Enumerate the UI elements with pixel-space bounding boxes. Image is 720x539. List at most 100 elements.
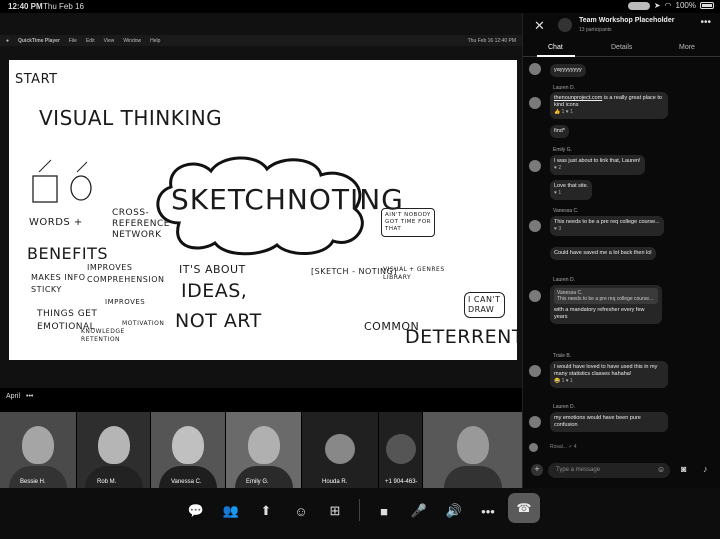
message-bubble[interactable]: yayyyyyyyy [550,64,586,77]
tab-details[interactable]: Details [611,44,632,51]
apple-icon: ● [6,37,10,44]
participant-name: Houda R. [322,479,348,485]
quoted-message: Vanessa C. This needs to be a pre req col… [554,288,658,304]
reaction-count[interactable]: 👍 1 ♥ 1 [554,109,573,115]
mac-clock: Thu Feb 16 12:40 PM [467,37,516,44]
reaction-count[interactable]: ♥ 2 [554,165,561,171]
participant-tile[interactable]: Bessie H. [0,412,76,488]
close-icon[interactable]: ✕ [534,18,545,34]
message-bubble[interactable]: Could have saved me a lot back then lol [550,247,656,260]
status-time: 12:40 PM [8,2,43,11]
slide-sketchnoting-title: SKETCHNOTING [171,183,404,216]
presenter-more-icon[interactable]: ••• [26,393,33,400]
status-bar: 12:40 PM Thu Feb 16 ➤ ◠ 100% [0,0,720,13]
message-list: yayyyyyyyy Lauren D. thenounproject.com … [523,58,720,453]
emoji-icon[interactable]: ☺ [657,465,665,474]
avatar [529,416,541,428]
avatar [529,97,541,109]
reaction-count[interactable]: ♥ 1 [554,190,561,196]
call-pill-icon [627,1,650,10]
chat-panel: ✕ Team Workshop Placeholder 13 participa… [522,13,720,488]
message-bubble[interactable]: Vanessa C. This needs to be a pre req col… [550,285,662,324]
reaction-count[interactable]: ♥ 3 [554,226,561,232]
avatar [529,290,541,302]
avatar [529,220,541,232]
end-call-button[interactable]: ☎ [508,493,540,523]
read-receipt: Rosal... ✓ 4 [550,444,577,450]
camera-icon[interactable]: ◙ [681,464,686,474]
message-sender: Vanessa C. [553,208,579,214]
participants-icon[interactable]: 👥 [220,500,242,522]
participant-tile[interactable]: Emily G. [226,412,301,488]
mac-menubar: ● QuickTime Player File Edit View Window… [0,35,522,46]
camera-icon[interactable]: ■ [373,500,395,522]
more-options-icon[interactable]: ••• [700,17,711,28]
avatar [529,443,538,452]
status-date: Thu Feb 16 [43,2,84,11]
participant-name: Rob M. [97,479,117,485]
slide-aint-nobody: AIN'T NOBODY GOT TIME FOR THAT [381,208,435,237]
slide-benefits: BENEFITS [27,244,109,263]
message-bubble[interactable]: thenounproject.com is a really great pla… [550,92,668,119]
chat-title: Team Workshop Placeholder [579,17,675,24]
add-icon[interactable]: + [531,464,543,476]
share-icon[interactable]: ⬆ [255,500,277,522]
message-bubble[interactable]: Love that site. ♥ 1 [550,180,593,200]
message-sender: Emily G. [553,147,572,153]
participant-tile[interactable]: Houda R. [302,412,378,488]
participant-name: Vanessa C. [171,479,202,485]
message-input[interactable]: Type a message [548,463,670,478]
reactions-icon[interactable]: ☺ [290,500,312,522]
presenter-name: April [6,393,21,400]
chat-header: ✕ Team Workshop Placeholder 13 participa… [523,13,720,39]
battery-icon [700,2,714,9]
tab-more[interactable]: More [679,44,695,51]
slide-motivation: MOTIVATION [122,320,165,327]
avatar [529,365,541,377]
reaction-count[interactable]: 😂 1 ♥ 1 [554,378,573,384]
participant-tile[interactable]: +1 904-463- [379,412,422,488]
message-bubble[interactable]: I was just about to link that, Lauren! ♥ … [550,155,645,175]
presenter-label[interactable]: April ••• [6,393,33,400]
participant-tile[interactable]: Rob M. [77,412,150,488]
message-bubble[interactable]: This needs to be a pre req college cours… [550,216,664,236]
message-sender: Lauren D. [553,85,575,91]
participant-tile[interactable]: Vanessa C. [151,412,225,488]
location-icon: ➤ [653,1,661,10]
message-bubble[interactable]: my emotions would have been pure confusi… [550,412,668,432]
slide-i-cant-draw: I CAN'T DRAW [464,292,505,318]
compose-bar: + Type a message ☺ ◙ ♪ [523,459,720,483]
message-bubble[interactable]: I would have loved to have used this in … [550,361,668,388]
mic-icon[interactable]: ♪ [703,464,708,474]
slide-start: START [15,72,58,87]
message-sender: Lauren D. [553,277,575,283]
tab-underline [537,55,575,57]
avatar [325,434,355,464]
speaker-icon[interactable]: 🔊 [443,500,465,522]
message-link[interactable]: thenounproject.com [554,95,602,101]
slide-ideas: IDEAS, [181,280,248,302]
chat-icon[interactable]: 💬 [185,500,207,522]
tab-chat[interactable]: Chat [548,44,563,51]
mac-menu-edit: Edit [85,37,95,44]
apps-icon[interactable]: ⊞ [324,500,346,522]
participant-tile[interactable] [423,412,522,488]
mic-off-icon[interactable]: 🎤 [408,500,430,522]
mac-menu-window: Window [123,37,142,44]
more-icon[interactable]: ••• [477,500,499,522]
participant-name: Bessie H. [20,479,46,485]
slide-its-about: IT'S ABOUT [179,263,246,276]
avatar [529,160,541,172]
toolbar-divider [359,499,360,521]
mac-menu-view: View [103,37,115,44]
end-call-icon: ☎ [516,501,532,515]
slide-deterrents: DETERRENTS [405,326,517,348]
mac-menu-file: File [68,37,77,44]
mac-app-name: QuickTime Player [18,37,60,44]
avatar [529,63,541,75]
wifi-icon: ◠ [664,1,672,10]
message-bubble[interactable]: find* [550,125,570,138]
sketchnote-slide: START VISUAL THINKING WORDS + CROSS- REF… [9,60,517,360]
slide-not-art: NOT ART [175,310,262,332]
phone-avatar-icon [385,434,416,464]
